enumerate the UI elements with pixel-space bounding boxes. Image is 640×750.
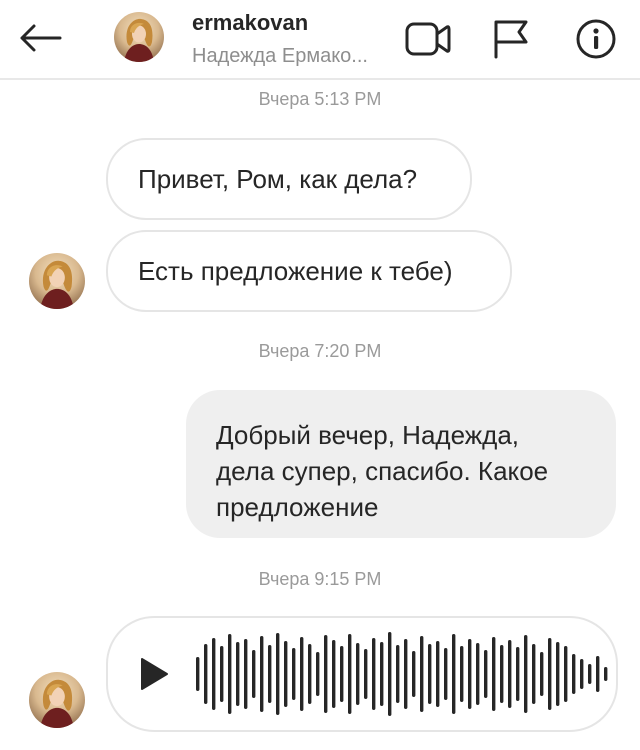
- waveform-bar: [292, 648, 296, 700]
- message-text: Привет, Ром, как дела?: [138, 163, 418, 194]
- waveform-bar: [204, 644, 208, 704]
- waveform-bar: [196, 657, 200, 691]
- video-call-button[interactable]: [404, 16, 452, 62]
- waveform-bar: [564, 646, 568, 702]
- message-timestamp: Вчера 7:20 PM: [258, 341, 382, 361]
- incoming-message[interactable]: Привет, Ром, как дела?: [106, 138, 472, 220]
- waveform-bar: [580, 659, 584, 689]
- waveform-bar: [596, 656, 600, 692]
- waveform-bar: [380, 642, 384, 706]
- waveform-bar: [476, 643, 480, 705]
- avatar[interactable]: [29, 672, 85, 728]
- waveform-bar: [436, 641, 440, 707]
- waveform-bar: [532, 644, 536, 704]
- waveform-bar: [604, 667, 608, 681]
- message-timestamp: Вчера 5:13 PM: [258, 89, 382, 109]
- audio-waveform[interactable]: [192, 628, 612, 720]
- waveform-bar: [492, 637, 496, 711]
- message-text-line: предложение: [216, 492, 379, 522]
- waveform-bar: [324, 635, 328, 713]
- waveform-bar: [452, 634, 456, 714]
- info-icon: [576, 19, 616, 59]
- chat-header: ermakovan Надежда Ермако...: [0, 0, 640, 80]
- waveform-bar: [524, 635, 528, 713]
- waveform-bar: [404, 639, 408, 709]
- back-button[interactable]: [14, 14, 66, 62]
- info-button[interactable]: [572, 16, 620, 62]
- waveform-bar: [412, 651, 416, 697]
- waveform-bar: [260, 636, 264, 712]
- waveform-bar: [548, 638, 552, 710]
- outgoing-message[interactable]: Добрый вечер, Надежда, дела супер, спаси…: [186, 390, 616, 538]
- waveform-bar: [308, 644, 312, 704]
- chat-full-name: Надежда Ермако...: [192, 45, 368, 67]
- waveform-bar: [420, 636, 424, 712]
- waveform-bar: [460, 646, 464, 702]
- play-button[interactable]: [138, 656, 170, 692]
- waveform-bar: [556, 642, 560, 706]
- waveform-bar: [236, 642, 240, 706]
- waveform-bar: [348, 634, 352, 714]
- chat-username[interactable]: ermakovan: [192, 10, 308, 36]
- waveform-bar: [444, 648, 448, 700]
- video-camera-icon: [405, 22, 451, 56]
- waveform-bar: [244, 639, 248, 709]
- waveform-bar: [508, 640, 512, 708]
- waveform-bar: [572, 654, 576, 694]
- waveform-bar: [276, 633, 280, 715]
- message-timestamp: Вчера 9:15 PM: [258, 569, 382, 589]
- waveform-bar: [540, 652, 544, 696]
- waveform-bar: [268, 645, 272, 703]
- waveform-bar: [252, 650, 256, 698]
- waveform-bar: [228, 634, 232, 714]
- waveform-bar: [356, 643, 360, 705]
- voice-message[interactable]: [106, 616, 618, 732]
- arrow-left-icon: [20, 24, 62, 52]
- waveform-bar: [588, 664, 592, 684]
- report-button[interactable]: [487, 16, 535, 62]
- avatar[interactable]: [114, 12, 164, 62]
- waveform-bar: [388, 632, 392, 716]
- flag-icon: [494, 20, 528, 59]
- message-text-line: дела супер, спасибо. Какое: [216, 456, 549, 486]
- waveform-bar: [332, 640, 336, 708]
- waveform-bar: [372, 638, 376, 710]
- waveform-bar: [484, 650, 488, 698]
- waveform-bar: [428, 644, 432, 704]
- waveform-bar: [396, 645, 400, 703]
- waveform-bar: [220, 646, 224, 702]
- message-text: Есть предложение к тебе): [138, 255, 453, 286]
- waveform-bar: [212, 638, 216, 710]
- waveform-bar: [468, 639, 472, 709]
- waveform-bar: [500, 645, 504, 703]
- waveform-bar: [316, 652, 320, 696]
- waveform-bar: [340, 646, 344, 702]
- play-icon: [141, 658, 168, 690]
- waveform-bar: [300, 637, 304, 711]
- incoming-message[interactable]: Есть предложение к тебе): [106, 230, 512, 312]
- waveform-bar: [364, 649, 368, 699]
- waveform-bar: [284, 641, 288, 707]
- waveform-bar: [516, 647, 520, 701]
- avatar[interactable]: [29, 253, 85, 309]
- message-text-line: Добрый вечер, Надежда,: [216, 420, 519, 450]
